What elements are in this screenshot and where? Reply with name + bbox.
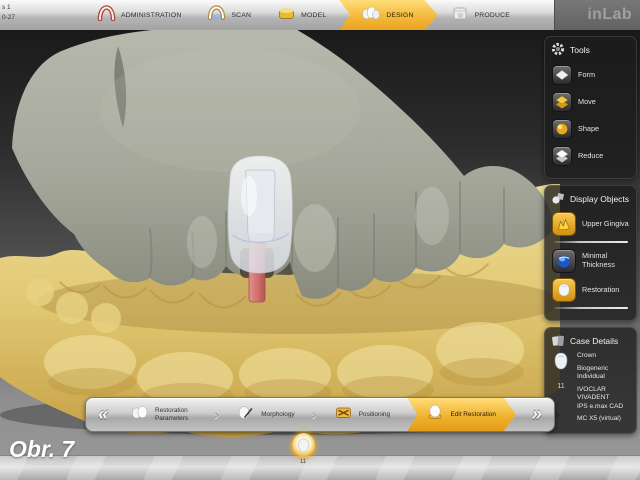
display-objects-header: Display Objects [551,191,630,207]
display-label: Restoration [582,286,619,295]
tool-shape[interactable]: Shape [552,119,630,139]
display-objects-icon [551,191,565,207]
model-block-icon [277,5,296,26]
tab-scan[interactable]: SCAN [194,0,264,30]
right-sidebar: Tools Form Move Shape [544,36,637,434]
tool-label: Move [578,98,596,107]
display-objects-panel: Display Objects Upper Gingiva Minimal Th… [544,185,637,321]
step-restoration-parameters[interactable]: Restoration Parameters [124,398,203,431]
restoration-slider[interactable] [554,307,628,309]
tool-label: Form [578,71,595,80]
tab-label: DESIGN [386,12,413,19]
edit-restoration-icon [425,404,445,425]
step-positioning[interactable]: Positioning [328,398,396,431]
tool-reduce[interactable]: Reduce [552,146,630,166]
step-label: Edit Restoration [450,411,495,418]
case-details-panel: Case Details 11 Crown Biogeneric Individ… [544,327,637,434]
tools-title: Tools [570,45,590,55]
case-info-line1: s 1 [2,3,15,13]
display-minimal-thickness[interactable]: Minimal Thickness [552,249,630,273]
case-details-icon [551,333,565,349]
tab-produce[interactable]: PRODUCE [438,0,523,30]
case-tooth-number: 11 [551,383,571,390]
administration-arch-icon [97,5,116,26]
tool-move[interactable]: Move [552,92,630,112]
shape-tool-icon [552,119,572,139]
case-info: s 1 0-27 [2,3,15,24]
case-details-body: 11 Crown Biogeneric Individual IVOCLAR V… [551,352,630,428]
design-teeth-icon [361,5,381,26]
tab-label: SCAN [231,12,251,19]
display-label: Minimal Thickness [582,252,626,270]
form-tool-icon [552,65,572,85]
tooth-indicator-glow [292,433,315,458]
tab-label: MODEL [301,12,326,19]
display-restoration[interactable]: Restoration [552,278,630,302]
menu-bar: s 1 0-27 ADMINISTRATION SCAN MODEL [0,0,640,30]
step-label: Restoration Parameters [155,407,197,422]
tab-administration[interactable]: ADMINISTRATION [84,0,194,30]
display-label: Upper Gingiva [582,220,629,229]
tooth-indicator-icon [297,438,310,453]
restoration-icon [552,278,576,302]
restoration-parameters-icon [130,404,150,425]
produce-block-icon [451,5,470,26]
tab-label: ADMINISTRATION [121,12,181,19]
next-steps-button[interactable]: » [527,405,546,424]
tab-label: PRODUCE [475,12,510,19]
tool-label: Reduce [578,152,603,161]
case-lines: Crown Biogeneric Individual IVOCLAR VIVA… [577,352,630,428]
reduce-tool-icon [552,146,572,166]
tools-panel: Tools Form Move Shape [544,36,637,179]
case-line-machine: MC X5 (virtual) [577,415,630,424]
tool-label: Shape [578,125,599,134]
case-line-design: Biogeneric Individual [577,365,630,382]
step-bar: « Restoration Parameters › Morphology › … [85,397,555,432]
upper-gingiva-slider[interactable] [554,241,628,243]
phase-tabs: ADMINISTRATION SCAN MODEL DESIGN [84,0,523,30]
bottom-bar [0,455,640,480]
minimal-thickness-icon [552,249,576,273]
step-edit-restoration[interactable]: Edit Restoration [407,398,515,431]
scan-arch-icon [207,5,226,26]
case-info-line2: 0-27 [2,13,15,23]
morphology-icon [236,404,256,425]
positioning-icon [334,404,354,425]
tools-header: Tools [551,42,630,58]
previous-steps-button[interactable]: « [94,405,113,424]
case-details-header: Case Details [551,333,630,349]
tooth-indicator[interactable]: 11 [287,433,319,465]
tab-model[interactable]: MODEL [264,0,339,30]
case-line-manufacturer: IVOCLAR VIVADENT [577,386,630,403]
tab-design[interactable]: DESIGN [339,0,437,30]
tooth-indicator-number: 11 [287,459,319,465]
upper-gingiva-icon [552,212,576,236]
case-details-title: Case Details [570,336,618,346]
inlab-logo: inLab [587,6,632,24]
gear-icon [551,42,565,58]
step-morphology[interactable]: Morphology [230,398,300,431]
step-separator-icon: › [312,407,316,422]
case-line-type: Crown [577,352,630,361]
display-upper-gingiva[interactable]: Upper Gingiva [552,212,630,236]
display-objects-title: Display Objects [570,194,629,204]
inlab-logo-panel: inLab [554,0,640,30]
case-tooth-icon [553,357,569,374]
case-line-material: IPS e.max CAD [577,403,630,412]
step-label: Positioning [359,411,390,418]
step-separator-icon: › [214,407,218,422]
step-label: Morphology [261,411,294,418]
figure-caption: Obr. 7 [9,436,74,463]
move-tool-icon [552,92,572,112]
inlab-window: s 1 0-27 ADMINISTRATION SCAN MODEL [0,0,640,480]
tool-form[interactable]: Form [552,65,630,85]
